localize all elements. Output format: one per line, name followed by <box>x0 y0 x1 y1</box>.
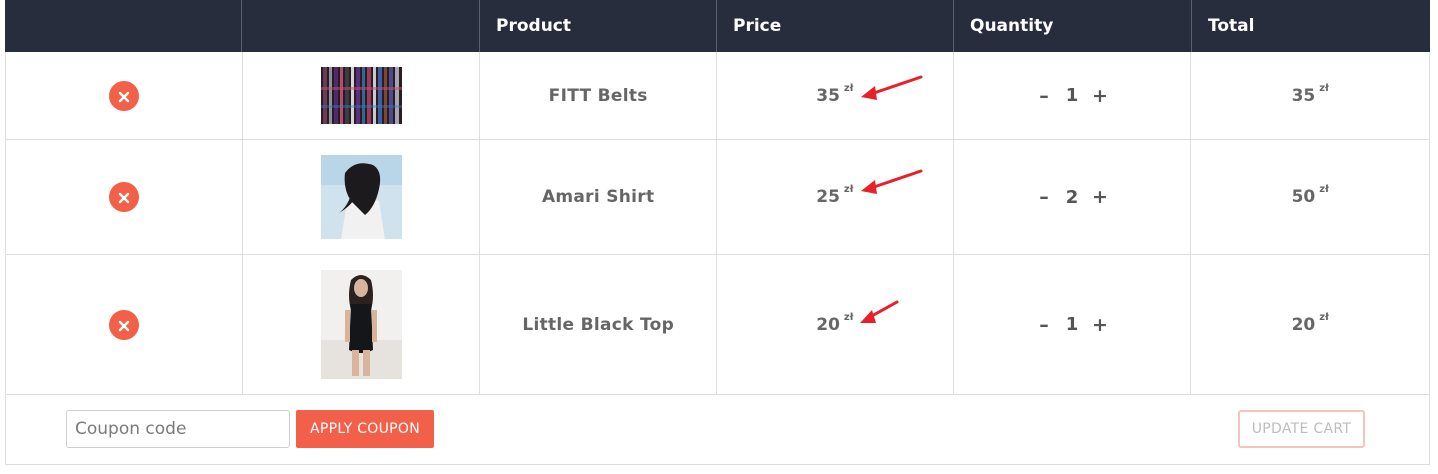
product-thumbnail[interactable] <box>320 155 402 239</box>
increase-quantity-button[interactable]: + <box>1089 85 1111 107</box>
line-total: 50 zł <box>1291 184 1329 207</box>
table-header: Product Price Quantity Total <box>5 0 1430 52</box>
currency-symbol: zł <box>843 311 854 323</box>
price-cell: 20 zł <box>717 255 954 394</box>
thumbnail-cell <box>243 52 481 139</box>
price-value: 20 <box>816 314 840 335</box>
remove-item-button[interactable] <box>108 182 139 212</box>
cart-actions: APPLY COUPON UPDATE CART <box>5 395 1430 465</box>
header-thumbnail <box>242 0 480 52</box>
product-name-cell: FITT Belts <box>480 52 718 139</box>
thumbnail-cell <box>243 255 481 394</box>
price-cell: 35 zł <box>717 52 954 139</box>
currency-symbol: zł <box>1319 311 1329 323</box>
product-name-cell: Little Black Top <box>480 255 718 394</box>
total-value: 35 <box>1291 85 1316 106</box>
quantity-stepper: – 1 + <box>1033 85 1111 107</box>
line-total: 35 zł <box>1291 82 1329 106</box>
decrease-quantity-button[interactable]: – <box>1033 85 1055 107</box>
increase-quantity-button[interactable]: + <box>1089 314 1111 336</box>
increase-quantity-button[interactable]: + <box>1089 186 1111 208</box>
price-value: 35 <box>816 85 840 106</box>
decrease-quantity-button[interactable]: – <box>1033 314 1055 336</box>
quantity-value[interactable]: 1 <box>1055 314 1089 335</box>
remove-cell <box>6 255 243 394</box>
currency-symbol: zł <box>843 184 854 196</box>
currency-symbol: zł <box>1319 82 1329 94</box>
quantity-stepper: – 1 + <box>1033 314 1111 336</box>
total-value: 20 <box>1291 314 1316 335</box>
product-name-cell: Amari Shirt <box>480 140 718 254</box>
unit-price: 25 zł <box>816 184 854 207</box>
annotation-arrow <box>861 75 923 100</box>
product-thumbnail[interactable] <box>320 270 402 379</box>
unit-price: 20 zł <box>816 311 854 335</box>
table-row: Amari Shirt 25 zł – 2 + 50 zł <box>5 140 1430 255</box>
product-name[interactable]: Little Black Top <box>522 315 674 335</box>
product-name[interactable]: FITT Belts <box>549 86 648 106</box>
apply-coupon-button[interactable]: APPLY COUPON <box>296 410 434 448</box>
close-icon <box>118 192 130 204</box>
price-cell: 25 zł <box>717 140 954 254</box>
price-value: 25 <box>816 187 840 207</box>
coupon-code-input[interactable] <box>66 410 290 448</box>
header-quantity: Quantity <box>954 0 1192 52</box>
cart-table: Product Price Quantity Total FITT Belts … <box>5 0 1430 465</box>
quantity-value[interactable]: 2 <box>1055 187 1089 208</box>
table-row: Little Black Top 20 zł – 1 + 20 zł <box>5 255 1430 395</box>
close-icon <box>118 91 130 102</box>
annotation-arrow <box>861 169 923 194</box>
line-total: 20 zł <box>1291 311 1329 335</box>
currency-symbol: zł <box>843 82 854 94</box>
currency-symbol: zł <box>1319 184 1329 196</box>
quantity-stepper: – 2 + <box>1033 186 1111 208</box>
total-cell: 35 zł <box>1191 52 1429 139</box>
product-thumbnail[interactable] <box>320 67 402 124</box>
quantity-cell: – 1 + <box>954 52 1192 139</box>
table-row: FITT Belts 35 zł – 1 + 35 zł <box>5 52 1430 140</box>
unit-price: 35 zł <box>816 82 854 106</box>
remove-cell <box>6 52 243 139</box>
total-cell: 20 zł <box>1191 255 1429 394</box>
quantity-cell: – 2 + <box>954 140 1192 254</box>
header-price: Price <box>717 0 954 52</box>
thumbnail-cell <box>243 140 481 254</box>
total-value: 50 <box>1291 187 1316 207</box>
product-name[interactable]: Amari Shirt <box>542 187 654 207</box>
decrease-quantity-button[interactable]: – <box>1033 186 1055 208</box>
update-cart-button[interactable]: UPDATE CART <box>1238 410 1365 448</box>
quantity-value[interactable]: 1 <box>1055 85 1089 106</box>
quantity-cell: – 1 + <box>954 255 1192 394</box>
header-remove <box>5 0 242 52</box>
remove-item-button[interactable] <box>108 309 139 340</box>
annotation-arrow <box>860 300 899 323</box>
remove-cell <box>6 140 243 254</box>
close-icon <box>118 320 130 331</box>
header-product: Product <box>480 0 717 52</box>
header-total: Total <box>1208 16 1255 36</box>
remove-item-button[interactable] <box>108 80 139 111</box>
total-cell: 50 zł <box>1191 140 1429 254</box>
